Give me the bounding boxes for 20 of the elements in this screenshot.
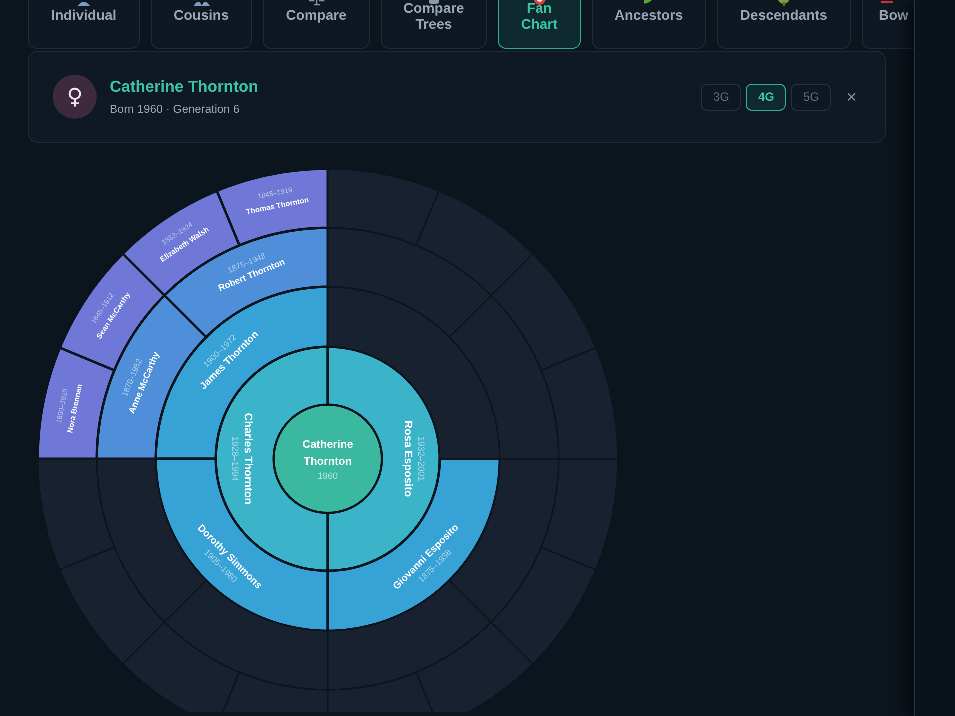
- generation-button[interactable]: 4G: [746, 84, 786, 110]
- ancestor-dates: 1932–2001: [416, 436, 427, 482]
- view-tab[interactable]: Descendants: [717, 0, 851, 49]
- view-tab[interactable]: Cousins: [151, 0, 252, 49]
- center-person-dates: 1960: [318, 471, 338, 481]
- view-tab[interactable]: Individual: [28, 0, 140, 49]
- center-person-name: Catherine Thornton: [302, 438, 354, 470]
- person-name: Catherine Thornton: [110, 78, 260, 96]
- ancestor-segment[interactable]: [36, 346, 116, 460]
- close-button[interactable]: ×: [842, 86, 861, 108]
- ancestor-name: Rosa Esposito: [402, 420, 414, 498]
- ancestor-dates: 1928–1994: [230, 436, 241, 482]
- ancestor-name: Charles Thornton: [242, 413, 254, 505]
- female-avatar: ♀: [53, 75, 97, 119]
- view-tab[interactable]: Ancestors: [592, 0, 706, 49]
- view-tab[interactable]: Bow: [862, 0, 914, 49]
- view-tab[interactable]: Fan Chart: [498, 0, 581, 49]
- person-details: Born 1960 · Generation 6: [110, 104, 241, 116]
- view-tab[interactable]: Compare: [263, 0, 370, 49]
- view-tab[interactable]: Compare Trees: [381, 0, 487, 49]
